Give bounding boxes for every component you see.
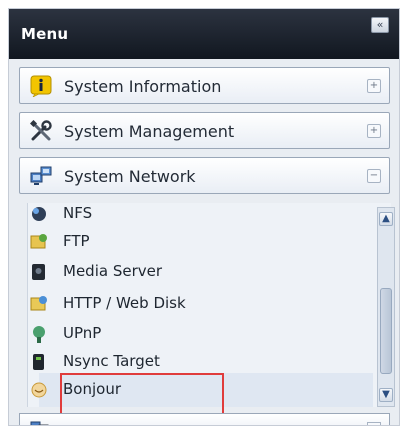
media-server-icon	[32, 264, 45, 280]
submenu-item-label: Nsync Target	[63, 352, 160, 370]
submenu-item-media-server[interactable]: Media Server	[29, 259, 349, 285]
expand-icon[interactable]: +	[367, 124, 381, 138]
submenu-item-ftp[interactable]: FTP	[29, 229, 349, 255]
section-system-management[interactable]: System Management +	[19, 112, 390, 149]
section-label: System Information	[64, 77, 222, 96]
submenu-item-http-web-disk[interactable]: HTTP / Web Disk	[29, 291, 349, 317]
submenu-item-nfs[interactable]: NFS	[29, 201, 349, 227]
scroll-up-button[interactable]: ▲	[379, 212, 393, 226]
expand-icon[interactable]	[367, 422, 381, 425]
collapse-menu-button[interactable]: «	[371, 17, 389, 33]
ftp-icon	[30, 234, 47, 249]
nfs-icon	[32, 207, 46, 221]
submenu-item-nsync-target[interactable]: Nsync Target	[29, 349, 349, 375]
collapse-icon[interactable]: −	[367, 169, 381, 183]
section-system-network[interactable]: System Network −	[19, 157, 390, 194]
scroll-thumb[interactable]	[380, 288, 392, 374]
section-system-information[interactable]: System Information +	[19, 67, 390, 104]
http-icon	[30, 296, 47, 311]
info-icon	[30, 75, 52, 97]
menu-title: Menu	[21, 25, 69, 43]
menu-panel: Menu « System Information + System Manag…	[8, 8, 400, 426]
nsync-icon	[33, 354, 44, 370]
scroll-down-button[interactable]: ▼	[379, 388, 393, 402]
submenu-item-upnp[interactable]: UPnP	[29, 321, 349, 347]
menu-header: Menu «	[9, 9, 399, 59]
section-next[interactable]	[19, 413, 390, 425]
section-icon	[30, 421, 49, 425]
bonjour-icon	[31, 382, 47, 398]
expand-icon[interactable]: +	[367, 79, 381, 93]
section-label: System Management	[64, 122, 235, 141]
section-label: System Network	[64, 167, 196, 186]
submenu-item-label: NFS	[63, 204, 93, 222]
submenu-scrollbar[interactable]: ▲ ▼	[377, 207, 395, 407]
upnp-icon	[33, 326, 45, 343]
network-icon	[30, 166, 52, 185]
submenu-item-label: UPnP	[63, 324, 102, 342]
tools-icon	[30, 120, 52, 141]
submenu-item-label: Media Server	[63, 262, 163, 280]
submenu-item-label: HTTP / Web Disk	[63, 294, 186, 312]
submenu-item-label: FTP	[63, 232, 90, 250]
